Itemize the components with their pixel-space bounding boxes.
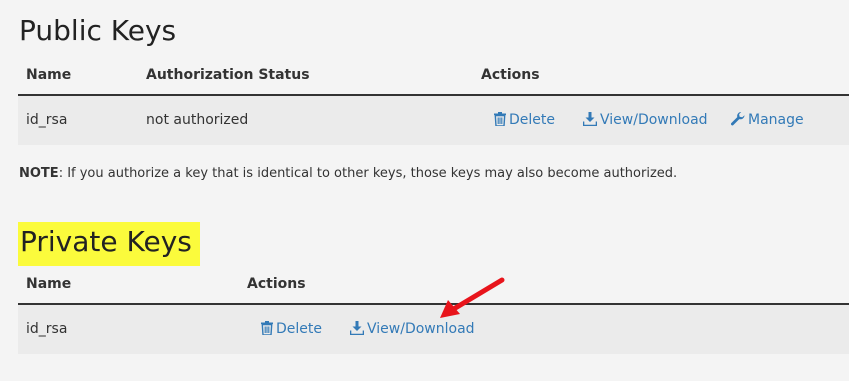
ssh-access-page: Public Keys Name Authorization Status Ac… <box>0 0 849 381</box>
trash-icon <box>261 321 273 336</box>
public-keys-table-header: Name Authorization Status Actions <box>18 56 849 96</box>
delete-label: Delete <box>509 112 555 128</box>
authorization-note: NOTE: If you authorize a key that is ide… <box>19 166 677 181</box>
authorization-status: not authorized <box>146 112 249 128</box>
wrench-icon <box>730 111 745 126</box>
delete-button[interactable]: Delete <box>494 112 555 128</box>
key-name: id_rsa <box>26 321 68 337</box>
column-header-name: Name <box>26 67 72 83</box>
public-keys-title: Public Keys <box>19 14 177 47</box>
download-icon <box>349 321 365 336</box>
column-header-name: Name <box>26 276 72 292</box>
delete-label: Delete <box>276 321 322 337</box>
manage-button[interactable]: Manage <box>730 111 804 128</box>
public-keys-table: Name Authorization Status Actions id_rsa… <box>18 56 849 145</box>
manage-label: Manage <box>748 112 804 128</box>
trash-icon <box>494 112 506 127</box>
table-row: id_rsa not authorized Delete View/Downlo… <box>18 96 849 145</box>
view-download-button[interactable]: View/Download <box>582 112 708 128</box>
view-download-label: View/Download <box>367 321 475 337</box>
download-icon <box>582 112 598 127</box>
delete-button[interactable]: Delete <box>261 321 322 337</box>
view-download-label: View/Download <box>600 112 708 128</box>
key-name: id_rsa <box>26 112 68 128</box>
red-arrow-icon <box>440 277 505 318</box>
column-header-authorization-status: Authorization Status <box>146 67 310 83</box>
note-text: : If you authorize a key that is identic… <box>58 166 678 181</box>
column-header-actions: Actions <box>247 276 306 292</box>
note-label: NOTE <box>19 166 59 181</box>
view-download-button[interactable]: View/Download <box>349 321 475 337</box>
private-keys-title: Private Keys <box>18 222 200 266</box>
column-header-actions: Actions <box>481 67 540 83</box>
